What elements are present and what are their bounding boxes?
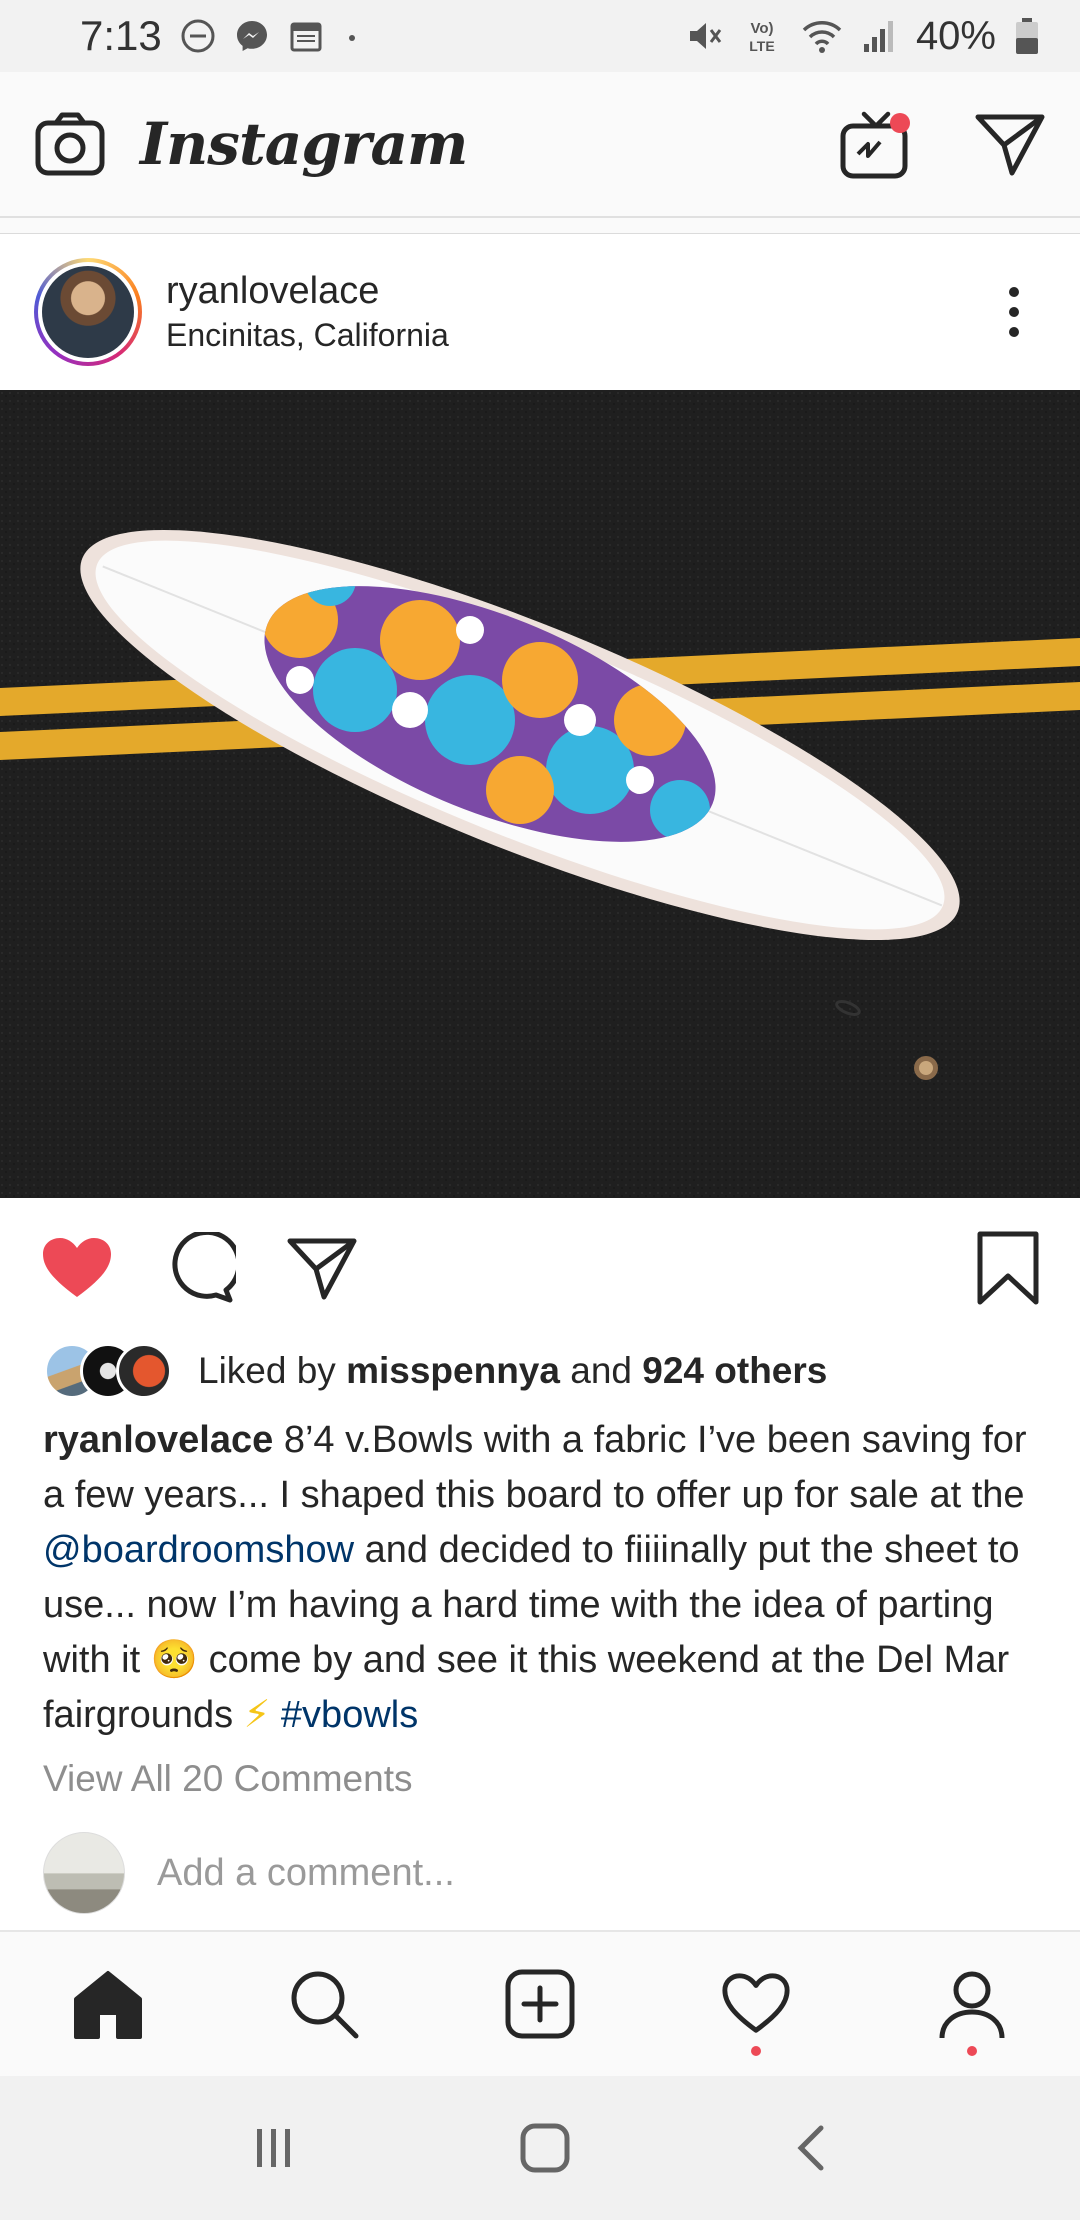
- signal-icon: [862, 16, 898, 56]
- volte-icon: Vo) LTE: [742, 16, 782, 56]
- nav-activity-icon[interactable]: [696, 1944, 816, 2064]
- liker-avatar: [116, 1343, 172, 1399]
- nav-search-icon[interactable]: [264, 1944, 384, 2064]
- recents-icon[interactable]: [249, 2123, 299, 2173]
- story-ring[interactable]: [34, 258, 142, 366]
- caption-text: [270, 1694, 281, 1736]
- instagram-logo[interactable]: Instagram: [140, 110, 468, 178]
- likes-joiner: and: [559, 1350, 643, 1391]
- surfboard-photo: [0, 390, 1080, 1198]
- caption-hashtag[interactable]: #vbowls: [281, 1694, 418, 1736]
- activity-notification-dot: [751, 2046, 761, 2056]
- igtv-badge: [890, 113, 910, 133]
- svg-text:Vo): Vo): [750, 20, 773, 37]
- igtv-icon[interactable]: [838, 106, 914, 182]
- comment-icon[interactable]: [164, 1232, 236, 1304]
- view-all-comments-link[interactable]: View All 20 Comments: [43, 1758, 412, 1800]
- post-caption: ryanlovelace 8’4 v.Bowls with a fabric I…: [43, 1413, 1043, 1743]
- direct-icon[interactable]: [974, 111, 1046, 177]
- more-options-icon[interactable]: [1004, 284, 1024, 340]
- svg-text:LTE: LTE: [749, 38, 774, 54]
- system-navigation-bar: [0, 2076, 1080, 2220]
- nav-home-icon[interactable]: [48, 1944, 168, 2064]
- battery-percent: 40%: [915, 13, 996, 58]
- calendar-icon: [288, 18, 324, 54]
- bottom-nav: [0, 1930, 1080, 2076]
- dnd-icon: [180, 18, 216, 54]
- nav-new-post-icon[interactable]: [480, 1944, 600, 2064]
- pleading-face-emoji: 🥺: [150, 1639, 199, 1681]
- back-icon[interactable]: [791, 2120, 831, 2176]
- add-comment-placeholder[interactable]: Add a comment...: [157, 1852, 455, 1895]
- avatar: [42, 266, 134, 358]
- likes-text: Liked by misspennya and 924 others: [198, 1350, 827, 1392]
- likes-prefix: Liked by: [198, 1350, 347, 1391]
- like-heart-icon[interactable]: [40, 1235, 114, 1301]
- messenger-icon: [234, 18, 270, 54]
- status-bar: 7:13 Vo) LTE 40%: [0, 0, 1080, 72]
- post-location[interactable]: Encinitas, California: [166, 317, 449, 354]
- post-image[interactable]: [0, 390, 1080, 1198]
- wifi-icon: [800, 16, 844, 56]
- post-username[interactable]: ryanlovelace: [166, 270, 449, 313]
- dot-icon: [342, 18, 362, 54]
- profile-notification-dot: [967, 2046, 977, 2056]
- caption-username[interactable]: ryanlovelace: [43, 1419, 273, 1461]
- post-header: ryanlovelace Encinitas, California: [0, 234, 1080, 390]
- status-time: 7:13: [80, 12, 162, 59]
- add-comment-row[interactable]: Add a comment...: [43, 1832, 455, 1914]
- likes-others[interactable]: 924 others: [642, 1350, 827, 1391]
- post-actions: [0, 1198, 1080, 1338]
- lightning-emoji: ⚡: [243, 1694, 271, 1736]
- likes-row[interactable]: Liked by misspennya and 924 others: [44, 1338, 827, 1404]
- battery-icon: [1014, 16, 1040, 56]
- share-icon[interactable]: [286, 1235, 358, 1301]
- app-header: Instagram: [0, 72, 1080, 218]
- feed-divider: [0, 218, 1080, 234]
- home-button-icon[interactable]: [517, 2120, 573, 2176]
- nav-profile-icon[interactable]: [912, 1944, 1032, 2064]
- first-liker[interactable]: misspennya: [346, 1350, 560, 1391]
- own-avatar: [43, 1832, 125, 1914]
- caption-mention[interactable]: @boardroomshow: [43, 1529, 354, 1571]
- camera-icon[interactable]: [34, 111, 106, 177]
- bookmark-icon[interactable]: [976, 1230, 1040, 1306]
- mute-icon: [684, 16, 724, 56]
